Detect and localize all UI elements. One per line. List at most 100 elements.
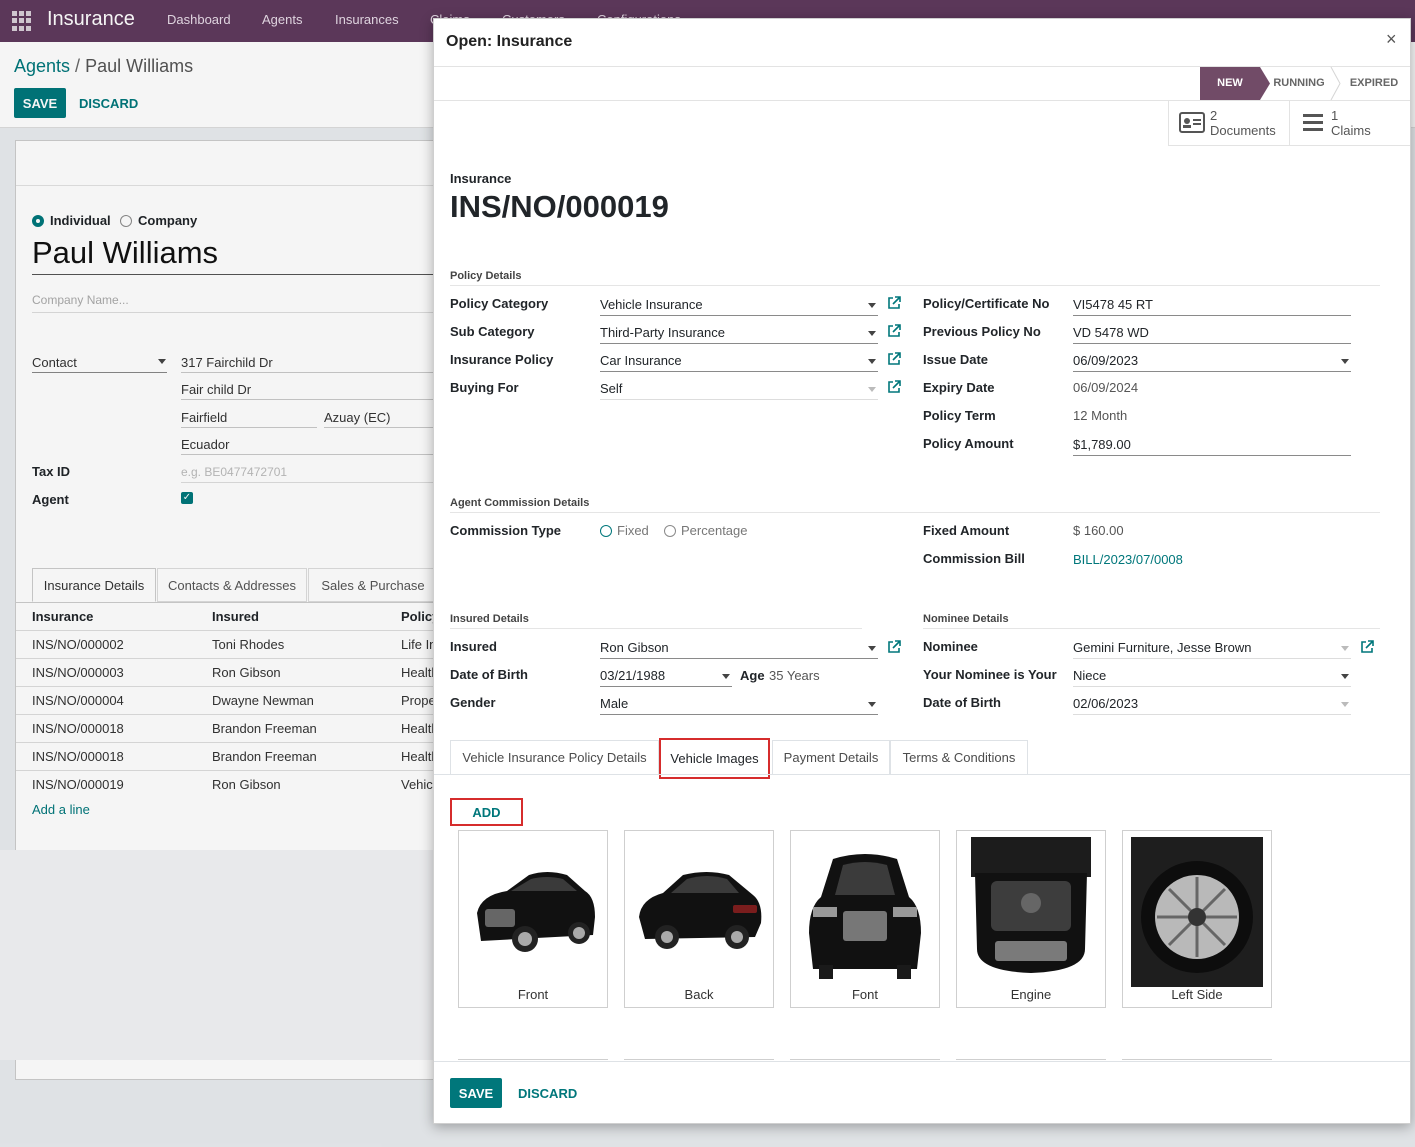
tab-vehicle-images[interactable]: Vehicle Images: [659, 738, 770, 779]
gender-value: Male: [600, 696, 629, 711]
policy-category-value: Vehicle Insurance: [600, 297, 703, 312]
insured-section-title: Insured Details: [450, 613, 529, 625]
sub-category-select[interactable]: Third-Party Insurance: [600, 322, 878, 344]
documents-label: Documents: [1210, 123, 1276, 138]
car-front-image: [809, 854, 921, 979]
commission-type-label: Commission Type: [450, 523, 562, 538]
fixed-amount-value: $ 160.00: [1073, 523, 1124, 538]
relation-select[interactable]: Niece: [1073, 665, 1351, 687]
save-button[interactable]: SAVE: [450, 1078, 502, 1108]
chevron-down-icon: [868, 646, 876, 651]
certificate-input[interactable]: VI5478 45 RT: [1073, 294, 1351, 316]
policy-section-divider: [450, 285, 1380, 286]
policy-category-select[interactable]: Vehicle Insurance: [600, 294, 878, 316]
sub-category-value: Third-Party Insurance: [600, 325, 725, 340]
chevron-down-icon: [1341, 702, 1349, 707]
image-card-left-side[interactable]: Left Side: [1122, 830, 1272, 1008]
buying-for-select[interactable]: Self: [600, 378, 878, 400]
insured-section-divider: [450, 628, 862, 629]
commission-section-divider: [450, 512, 1380, 513]
dob-input[interactable]: 03/21/1988: [600, 665, 732, 687]
claims-smart-button[interactable]: 1 Claims: [1290, 101, 1410, 145]
insurance-policy-value: Car Insurance: [600, 353, 682, 368]
relation-label: Your Nominee is Your: [923, 667, 1057, 682]
add-image-button[interactable]: ADD: [450, 798, 523, 826]
chevron-down-icon: [868, 387, 876, 392]
insurance-dialog: Open: Insurance × NEW RUNNING EXPIRED 2 …: [433, 18, 1411, 1124]
fixed-amount-label: Fixed Amount: [923, 523, 1010, 538]
previous-policy-label: Previous Policy No: [923, 324, 1041, 339]
nominee-select[interactable]: Gemini Furniture, Jesse Brown: [1073, 637, 1351, 659]
insured-value: Ron Gibson: [600, 640, 669, 655]
state-new[interactable]: NEW: [1200, 77, 1260, 89]
status-bar: NEW RUNNING EXPIRED: [1200, 67, 1410, 100]
image-caption-font: Font: [851, 987, 878, 1002]
insured-label: Insured: [450, 639, 497, 654]
tab-payment-details[interactable]: Payment Details: [772, 740, 890, 774]
car-front-angle-image: [477, 872, 595, 952]
close-icon[interactable]: ×: [1386, 29, 1397, 50]
external-link-icon[interactable]: [887, 380, 901, 394]
nominee-dob-value: 02/06/2023: [1073, 696, 1139, 711]
documents-count: 2: [1210, 108, 1218, 123]
tab-vehicle-policy-details[interactable]: Vehicle Insurance Policy Details: [450, 740, 659, 774]
expiry-date-label: Expiry Date: [923, 380, 995, 395]
radio-fixed[interactable]: Fixed: [600, 523, 649, 538]
car-wheel-image: [1131, 837, 1263, 987]
discard-button[interactable]: DISCARD: [518, 1086, 577, 1101]
chevron-down-icon: [1341, 674, 1349, 679]
image-caption-left-side: Left Side: [1171, 987, 1223, 1002]
nominee-value: Gemini Furniture, Jesse Brown: [1073, 640, 1252, 655]
dob-value: 03/21/1988: [600, 668, 666, 683]
radio-fixed-label: Fixed: [617, 523, 649, 538]
policy-term-value: 12 Month: [1073, 408, 1128, 423]
chevron-down-icon: [868, 331, 876, 336]
insured-select[interactable]: Ron Gibson: [600, 637, 878, 659]
radio-percentage[interactable]: Percentage: [664, 523, 748, 538]
list-icon: [1303, 114, 1323, 131]
radio-unchecked-icon: [664, 524, 676, 537]
certificate-label: Policy/Certificate No: [923, 296, 1050, 311]
issue-date-input[interactable]: 06/09/2023: [1073, 350, 1351, 372]
nominee-dob-input[interactable]: 02/06/2023: [1073, 693, 1351, 715]
claims-count: 1: [1331, 108, 1339, 123]
insurance-policy-select[interactable]: Car Insurance: [600, 350, 878, 372]
state-expired[interactable]: EXPIRED: [1340, 77, 1408, 89]
gender-select[interactable]: Male: [600, 693, 878, 715]
car-engine-image: [971, 837, 1091, 973]
dob-label: Date of Birth: [450, 667, 528, 682]
external-link-icon[interactable]: [887, 296, 901, 310]
expiry-date-value: 06/09/2024: [1073, 380, 1139, 395]
radio-percentage-label: Percentage: [681, 523, 748, 538]
image-caption-engine: Engine: [1010, 987, 1052, 1002]
dialog-title: Open: Insurance: [446, 33, 573, 50]
image-caption-front: Front: [517, 987, 549, 1002]
commission-bill-link[interactable]: BILL/2023/07/0008: [1073, 552, 1183, 567]
age-value: 35 Years: [769, 668, 820, 683]
image-card-font[interactable]: Font: [790, 830, 940, 1008]
image-card-front[interactable]: Front: [458, 830, 608, 1008]
policy-category-label: Policy Category: [450, 296, 549, 311]
tabs-divider: [434, 774, 1410, 775]
nominee-section-title: Nominee Details: [923, 613, 1009, 625]
image-caption-back: Back: [684, 987, 714, 1002]
nominee-label: Nominee: [923, 639, 978, 654]
commission-section-title: Agent Commission Details: [450, 497, 590, 509]
previous-policy-input[interactable]: VD 5478 WD: [1073, 322, 1351, 344]
sub-category-label: Sub Category: [450, 324, 535, 339]
buying-for-label: Buying For: [450, 380, 519, 395]
external-link-icon[interactable]: [887, 640, 901, 654]
policy-amount-input[interactable]: $1,789.00: [1073, 434, 1351, 456]
chevron-down-icon: [722, 674, 730, 679]
external-link-icon[interactable]: [887, 352, 901, 366]
documents-smart-button[interactable]: 2 Documents: [1168, 101, 1290, 145]
external-link-icon[interactable]: [1360, 640, 1374, 654]
tab-terms-conditions[interactable]: Terms & Conditions: [890, 740, 1028, 774]
external-link-icon[interactable]: [887, 324, 901, 338]
image-card-back[interactable]: Back: [624, 830, 774, 1008]
chevron-down-icon: [1341, 359, 1349, 364]
state-running[interactable]: RUNNING: [1268, 77, 1330, 89]
smart-buttons-divider: [1168, 145, 1410, 146]
image-card-engine[interactable]: Engine: [956, 830, 1106, 1008]
relation-value: Niece: [1073, 668, 1107, 683]
